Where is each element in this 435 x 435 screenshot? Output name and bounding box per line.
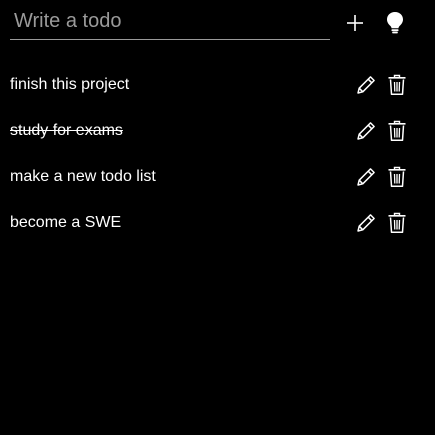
idea-button[interactable]	[381, 9, 409, 37]
plus-icon	[347, 15, 363, 31]
todo-text[interactable]: make a new todo list	[10, 168, 156, 186]
input-row	[10, 0, 425, 44]
todo-item: study for exams	[0, 108, 435, 154]
lightbulb-icon	[387, 12, 403, 34]
edit-todo-button[interactable]	[352, 71, 380, 99]
todo-item: make a new todo list	[0, 154, 435, 200]
todo-item: become a SWE	[0, 200, 435, 246]
pencil-icon	[357, 168, 375, 186]
todo-text[interactable]: finish this project	[10, 76, 129, 94]
todo-list: finish this project study for exams make…	[0, 62, 435, 246]
todo-input[interactable]	[10, 4, 330, 40]
trash-icon	[388, 212, 406, 234]
pencil-icon	[357, 122, 375, 140]
pencil-icon	[357, 214, 375, 232]
trash-icon	[388, 166, 406, 188]
todo-app: finish this project	[0, 0, 435, 435]
delete-todo-button[interactable]	[383, 209, 411, 237]
todo-text-completed[interactable]: study for exams	[10, 122, 123, 140]
edit-todo-button[interactable]	[352, 117, 380, 145]
delete-todo-button[interactable]	[383, 163, 411, 191]
trash-icon	[388, 120, 406, 142]
todo-text[interactable]: become a SWE	[10, 214, 121, 232]
todo-item: finish this project	[0, 62, 435, 108]
delete-todo-button[interactable]	[383, 71, 411, 99]
edit-todo-button[interactable]	[352, 163, 380, 191]
trash-icon	[388, 74, 406, 96]
edit-todo-button[interactable]	[352, 209, 380, 237]
add-todo-button[interactable]	[341, 9, 369, 37]
delete-todo-button[interactable]	[383, 117, 411, 145]
pencil-icon	[357, 76, 375, 94]
